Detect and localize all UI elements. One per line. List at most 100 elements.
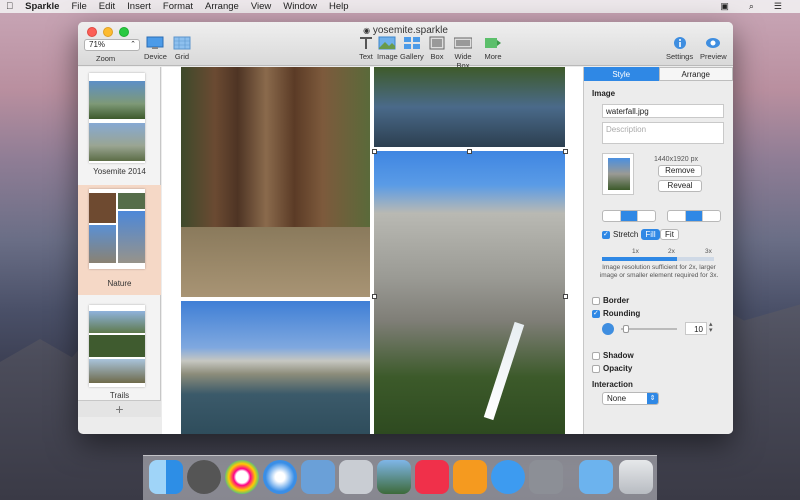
waterfall-photo[interactable]	[374, 151, 565, 434]
settings-button[interactable]: Settings	[666, 36, 693, 61]
reveal-button[interactable]: Reveal	[658, 180, 702, 192]
wide-box-icon	[454, 37, 472, 49]
system-preferences-icon[interactable]	[529, 460, 563, 494]
menu-file[interactable]: File	[71, 1, 86, 12]
rounding-value-field[interactable]: 10	[685, 322, 707, 335]
image-button[interactable]: Image	[377, 36, 398, 61]
tab-style[interactable]: Style	[584, 67, 659, 81]
toolbar: ◉ yosemite.sparkle 71% Zoom Device Grid …	[78, 22, 733, 70]
tab-arrange[interactable]: Arrange	[658, 67, 733, 81]
zoom-select[interactable]: 71%	[84, 39, 140, 51]
page-canvas[interactable]	[162, 67, 583, 434]
shadow-checkbox[interactable]: Shadow	[592, 351, 634, 360]
menu-app-name[interactable]: Sparkle	[25, 1, 59, 12]
photos-icon[interactable]	[225, 460, 259, 494]
resize-handle-top-right[interactable]	[563, 149, 568, 154]
menu-arrange[interactable]: Arrange	[205, 1, 239, 12]
app-store-icon[interactable]	[491, 460, 525, 494]
image-heading: Image	[592, 89, 616, 98]
menu-view[interactable]: View	[251, 1, 271, 12]
page-sidebar: Yosemite 2014 Nature Trails +	[78, 67, 161, 417]
mail-icon[interactable]	[301, 460, 335, 494]
gallery-button[interactable]: Gallery	[400, 36, 424, 61]
page-preview	[89, 305, 145, 387]
tenaya-lake-photo[interactable]	[181, 301, 370, 434]
image-icon	[378, 36, 396, 50]
thumb-photo	[89, 359, 145, 383]
align-right-icon[interactable]	[638, 211, 655, 221]
rounding-checkbox[interactable]: Rounding	[592, 309, 640, 318]
music-icon[interactable]	[415, 460, 449, 494]
fit-button[interactable]: Fit	[660, 229, 679, 240]
page-preview	[89, 189, 145, 269]
ibooks-icon[interactable]	[453, 460, 487, 494]
rounding-stepper[interactable]: ▴ ▾	[709, 321, 713, 334]
align-top-icon[interactable]	[668, 211, 686, 221]
resize-handle-right[interactable]	[563, 294, 568, 299]
gallery-icon	[403, 37, 420, 49]
inspector-panel: Style Arrange Image waterfall.jpg Descri…	[583, 67, 733, 434]
checkbox-checked-icon	[602, 230, 610, 239]
iphoto-icon[interactable]	[377, 460, 411, 494]
menu-extra-icon[interactable]: ▣	[720, 1, 729, 12]
interaction-select[interactable]: None ⇕	[602, 392, 659, 405]
menu-help[interactable]: Help	[329, 1, 349, 12]
window-title: ◉ yosemite.sparkle	[363, 25, 448, 36]
opacity-checkbox[interactable]: Opacity	[592, 364, 632, 373]
thumb-photo	[89, 193, 116, 223]
spotlight-icon[interactable]: ⌕	[749, 1, 754, 12]
launchpad-icon[interactable]	[187, 460, 221, 494]
sequoia-photo[interactable]	[181, 67, 370, 297]
trash-icon[interactable]	[619, 460, 653, 494]
box-icon	[429, 36, 445, 50]
description-field[interactable]: Description	[602, 122, 724, 144]
menu-format[interactable]: Format	[163, 1, 193, 12]
page-label: Yosemite 2014	[93, 167, 146, 176]
checkbox-checked-icon	[592, 309, 600, 318]
image-preview	[602, 153, 634, 195]
align-middle-icon[interactable]	[685, 211, 704, 221]
finder-icon[interactable]	[149, 460, 183, 494]
menu-bar:  Sparkle File Edit Insert Format Arrang…	[0, 0, 800, 13]
menu-edit[interactable]: Edit	[99, 1, 115, 12]
border-checkbox[interactable]: Border	[592, 296, 629, 305]
grid-button[interactable]: Grid	[173, 36, 191, 61]
app-window: ◉ yosemite.sparkle 71% Zoom Device Grid …	[78, 22, 733, 434]
menu-insert[interactable]: Insert	[127, 1, 151, 12]
align-center-icon[interactable]	[620, 211, 639, 221]
resize-handle-top[interactable]	[467, 149, 472, 154]
remove-button[interactable]: Remove	[658, 165, 702, 177]
device-button[interactable]: Device	[144, 36, 167, 61]
rounding-slider[interactable]	[621, 325, 677, 333]
wide-box-button[interactable]: Wide Box	[448, 36, 478, 70]
preview-app-icon[interactable]	[339, 460, 373, 494]
filename-field[interactable]: waterfall.jpg	[602, 104, 724, 118]
checkbox-icon	[592, 364, 600, 373]
text-button[interactable]: Text	[357, 36, 375, 61]
fill-button[interactable]: Fill	[641, 229, 660, 240]
text-t-icon	[360, 37, 372, 49]
preview-button[interactable]: Preview	[700, 36, 727, 61]
box-button[interactable]: Box	[428, 36, 446, 61]
checkbox-icon	[592, 296, 600, 305]
lake-photo[interactable]	[374, 67, 565, 147]
more-button[interactable]: More	[484, 36, 502, 61]
apple-icon[interactable]: 	[6, 1, 13, 12]
more-icon	[485, 38, 501, 48]
resize-handle-top-left[interactable]	[372, 149, 377, 154]
notification-center-icon[interactable]: ☰	[774, 1, 782, 12]
grid-icon	[173, 36, 191, 50]
safari-icon[interactable]	[263, 460, 297, 494]
vertical-align-control	[667, 210, 721, 222]
downloads-folder-icon[interactable]	[579, 460, 613, 494]
menu-window[interactable]: Window	[283, 1, 317, 12]
stretch-checkbox[interactable]: Stretch	[602, 230, 638, 239]
align-bottom-icon[interactable]	[703, 211, 720, 221]
document-icon: ◉	[363, 26, 371, 35]
slider-knob[interactable]	[623, 325, 629, 333]
resize-handle-left[interactable]	[372, 294, 377, 299]
rounding-color-well[interactable]	[602, 323, 614, 335]
add-page-button[interactable]: +	[78, 400, 161, 417]
thumb-photo	[118, 193, 145, 209]
align-left-icon[interactable]	[603, 211, 621, 221]
